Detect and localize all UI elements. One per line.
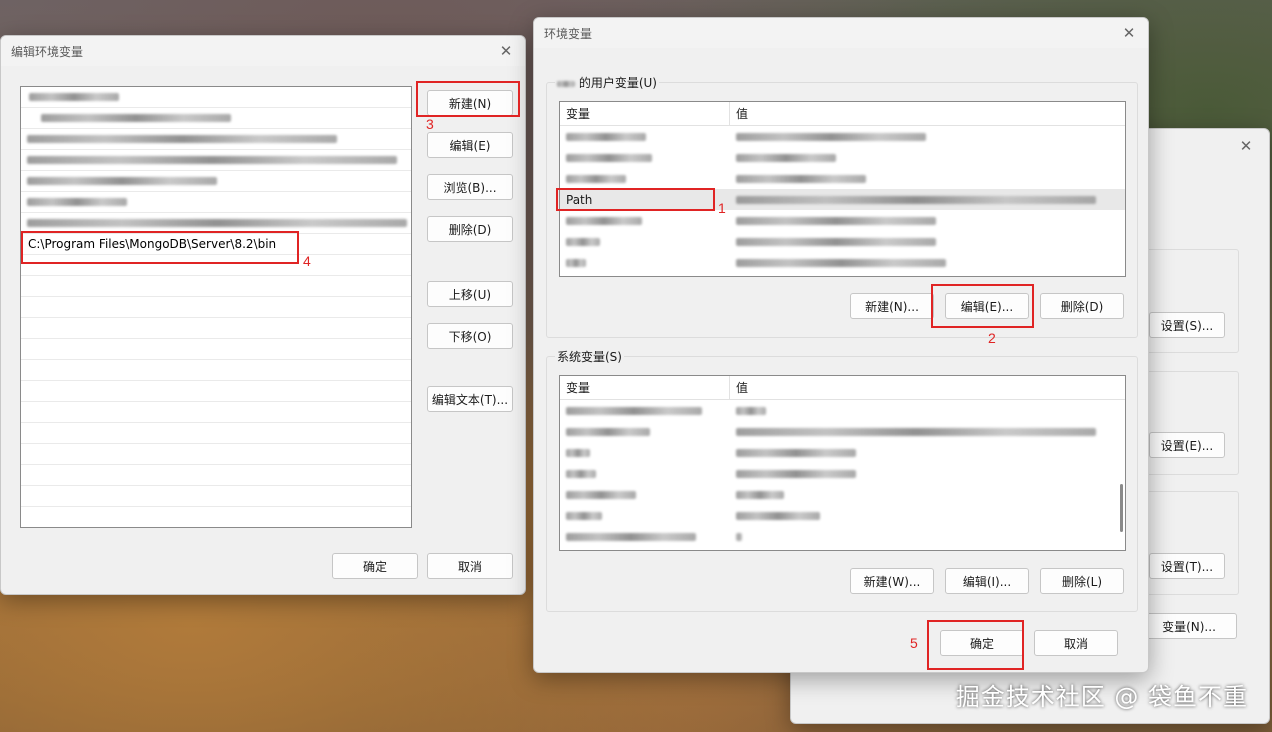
move-down-button[interactable]: 下移(O)	[427, 323, 513, 349]
dialog-title: 编辑环境变量	[1, 36, 525, 66]
table-row[interactable]	[560, 421, 1125, 442]
cancel-button[interactable]: 取消	[427, 553, 513, 579]
col-variable[interactable]: 变量	[560, 376, 730, 399]
table-row[interactable]	[560, 210, 1125, 231]
annotation-label-1: 1	[718, 200, 726, 216]
env-vars-dialog: 环境变量 ✕ 的用户变量(U) 变量 值 Path 新建(N)... 编辑(E)…	[533, 17, 1149, 673]
system-vars-title: 系统变量(S)	[555, 348, 624, 365]
dialog-title: 环境变量	[534, 18, 1148, 48]
list-item[interactable]	[21, 276, 411, 297]
browse-button[interactable]: 浏览(B)...	[427, 174, 513, 200]
move-up-button[interactable]: 上移(U)	[427, 281, 513, 307]
env-vars-button[interactable]: 变量(N)...	[1141, 613, 1237, 639]
list-item[interactable]	[21, 486, 411, 507]
close-icon[interactable]: ✕	[497, 42, 515, 60]
col-variable[interactable]: 变量	[560, 102, 730, 125]
table-row[interactable]	[560, 505, 1125, 526]
table-row[interactable]	[560, 442, 1125, 463]
list-item[interactable]	[21, 150, 411, 171]
table-row[interactable]	[560, 252, 1125, 273]
list-item[interactable]	[21, 402, 411, 423]
system-edit-button[interactable]: 编辑(I)...	[945, 568, 1029, 594]
table-row[interactable]	[560, 400, 1125, 421]
delete-button[interactable]: 删除(D)	[427, 216, 513, 242]
annotation-box-ok	[927, 620, 1024, 670]
system-new-button[interactable]: 新建(W)...	[850, 568, 934, 594]
list-item[interactable]	[21, 297, 411, 318]
annotation-label-3: 3	[426, 116, 434, 132]
watermark: 掘金技术社区 @ 袋鱼不重	[955, 683, 1248, 711]
annotation-box-new	[416, 81, 520, 117]
table-row[interactable]	[560, 168, 1125, 189]
user-new-button[interactable]: 新建(N)...	[850, 293, 934, 319]
user-delete-button[interactable]: 删除(D)	[1040, 293, 1124, 319]
table-row[interactable]	[560, 147, 1125, 168]
path-list[interactable]: C:\Program Files\MongoDB\Server\8.2\bin	[20, 86, 412, 528]
annotation-box-edit	[931, 284, 1034, 328]
system-vars-table[interactable]: 变量 值	[559, 375, 1126, 551]
table-row[interactable]	[560, 526, 1125, 547]
list-item[interactable]	[21, 87, 411, 108]
col-value[interactable]: 值	[730, 105, 748, 122]
settings-e-button[interactable]: 设置(E)...	[1149, 432, 1225, 458]
list-item[interactable]	[21, 360, 411, 381]
list-item[interactable]	[21, 171, 411, 192]
list-item[interactable]	[21, 381, 411, 402]
cancel-button[interactable]: 取消	[1034, 630, 1118, 656]
list-item[interactable]	[21, 129, 411, 150]
close-icon[interactable]: ✕	[1120, 24, 1138, 42]
table-row[interactable]	[560, 484, 1125, 505]
edit-button[interactable]: 编辑(E)	[427, 132, 513, 158]
annotation-box-path	[556, 188, 715, 211]
edit-env-var-dialog: 编辑环境变量 ✕ C:\Program Files\MongoDB\Server…	[0, 35, 526, 595]
system-delete-button[interactable]: 删除(L)	[1040, 568, 1124, 594]
table-row[interactable]	[560, 463, 1125, 484]
ok-button[interactable]: 确定	[332, 553, 418, 579]
list-item[interactable]	[21, 192, 411, 213]
table-row[interactable]	[560, 126, 1125, 147]
user-vars-title: 的用户变量(U)	[578, 76, 657, 90]
list-item[interactable]	[21, 318, 411, 339]
settings-s-button[interactable]: 设置(S)...	[1149, 312, 1225, 338]
edit-text-button[interactable]: 编辑文本(T)...	[427, 386, 513, 412]
list-item[interactable]	[21, 465, 411, 486]
list-item[interactable]	[21, 108, 411, 129]
table-row[interactable]	[560, 231, 1125, 252]
annotation-label-4: 4	[303, 253, 311, 269]
list-item[interactable]	[21, 444, 411, 465]
settings-t-button[interactable]: 设置(T)...	[1149, 553, 1225, 579]
list-item[interactable]	[21, 423, 411, 444]
col-value[interactable]: 值	[730, 379, 748, 396]
scrollbar[interactable]	[1120, 484, 1123, 532]
list-item[interactable]	[21, 339, 411, 360]
annotation-label-2: 2	[988, 330, 996, 346]
close-icon[interactable]: ✕	[1237, 137, 1255, 155]
annotation-box-path-entry	[21, 231, 299, 264]
annotation-label-5: 5	[910, 635, 918, 651]
